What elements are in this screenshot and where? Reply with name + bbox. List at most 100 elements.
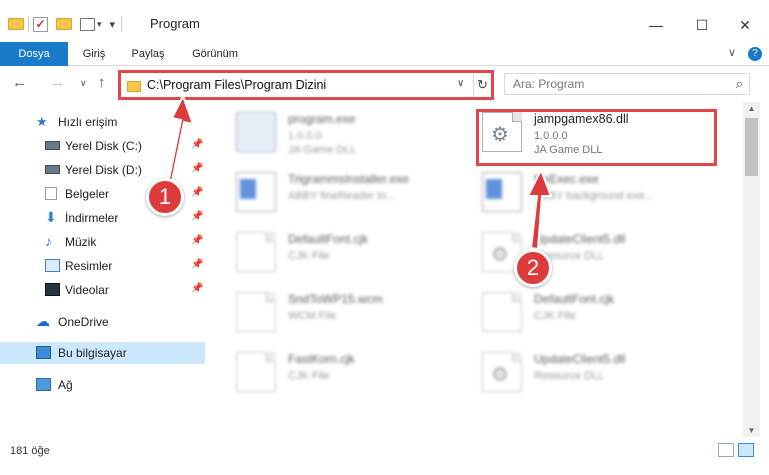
- sidebar-item-videos[interactable]: Videolar 📌: [0, 279, 205, 301]
- address-bar[interactable]: C:\Program Files\Program Dizini ∨ ↻: [118, 70, 494, 100]
- app-icon: [482, 172, 522, 212]
- file-item[interactable]: DefaultFont.cjk CJK File: [478, 286, 718, 338]
- pin-icon[interactable]: 📌: [191, 139, 203, 150]
- details-view-icon[interactable]: [718, 443, 734, 457]
- app-icon: [236, 172, 276, 212]
- scroll-thumb[interactable]: [745, 118, 758, 176]
- sidebar-item-quick-access[interactable]: ★ Hızlı erişim: [0, 111, 205, 133]
- folder-icon[interactable]: [8, 18, 24, 30]
- maximize-button[interactable]: ☐: [679, 10, 725, 40]
- status-bar: 181 öğe: [0, 437, 769, 475]
- search-placeholder: Ara: Program: [513, 77, 585, 91]
- file-item[interactable]: DefaultFont.cjk CJK File: [232, 226, 472, 278]
- quick-access-icon: ★: [36, 114, 48, 129]
- pin-icon[interactable]: 📌: [191, 211, 203, 222]
- divider: [121, 17, 123, 31]
- tab-share[interactable]: Paylaş: [120, 42, 176, 66]
- file-name: FastKorn.cjk: [288, 352, 355, 366]
- music-icon: ♪: [45, 233, 52, 249]
- chevron-down-icon[interactable]: ∨: [457, 78, 464, 89]
- sidebar-item-label: Bu bilgisayar: [58, 346, 127, 360]
- sidebar-item-label: İndirmeler: [65, 211, 119, 225]
- file-name: program.exe: [288, 112, 356, 126]
- document-icon: [236, 232, 276, 272]
- file-description: ABBY background exe...: [534, 190, 654, 202]
- pin-icon[interactable]: 📌: [191, 235, 203, 246]
- file-description: ABBY fineReader tri...: [288, 190, 396, 202]
- tab-home[interactable]: Giriş: [72, 42, 116, 66]
- file-item[interactable]: ⚙ UpdateClient5.dll Resource DLL: [478, 346, 718, 398]
- address-row: ← → ∨ ↑ C:\Program Files\Program Dizini …: [0, 66, 769, 102]
- title-bar: ✓ ▾ ▾ Program — ☐ ✕: [0, 0, 769, 42]
- onedrive-icon: ☁: [36, 313, 50, 329]
- folder-icon: [127, 81, 141, 92]
- properties-icon[interactable]: ✓: [33, 16, 48, 32]
- sidebar-item-local-disk-c[interactable]: Yerel Disk (C:) 📌: [0, 135, 205, 157]
- sidebar-item-network[interactable]: Ağ: [0, 374, 205, 396]
- refresh-icon[interactable]: ↻: [473, 73, 491, 97]
- pin-icon[interactable]: 📌: [191, 187, 203, 198]
- file-type: CJK File: [288, 370, 330, 382]
- sidebar-item-local-disk-d[interactable]: Yerel Disk (D:) 📌: [0, 159, 205, 181]
- file-name: SndToWP15.wcm: [288, 292, 383, 306]
- vertical-scrollbar[interactable]: ▲ ▼: [743, 102, 760, 437]
- file-type: CJK File: [288, 250, 330, 262]
- file-item[interactable]: SndToWP15.wcm WCM File: [232, 286, 472, 338]
- quick-access-menu-icon[interactable]: ▾: [110, 18, 116, 31]
- file-item[interactable]: program.exe 1.0.0.0 JA Game DLL: [232, 106, 472, 158]
- file-type: WCM File: [288, 310, 337, 322]
- chevron-down-icon[interactable]: ▾: [97, 19, 102, 30]
- file-type: Resource DLL: [534, 370, 605, 382]
- document-icon: [236, 352, 276, 392]
- pin-icon[interactable]: 📌: [191, 283, 203, 294]
- sidebar-item-this-pc[interactable]: Bu bilgisayar: [0, 342, 205, 364]
- file-type: CJK File: [534, 310, 576, 322]
- address-path[interactable]: C:\Program Files\Program Dizini: [147, 78, 326, 92]
- forward-arrow-icon[interactable]: →: [50, 74, 65, 91]
- sidebar-item-label: Hızlı erişim: [58, 115, 118, 129]
- network-icon: [36, 378, 51, 391]
- sidebar-item-label: Yerel Disk (C:): [65, 139, 142, 153]
- gear-icon: ⚙: [491, 244, 509, 266]
- drive-icon: [45, 165, 60, 174]
- search-icon[interactable]: ⌕: [736, 76, 743, 92]
- tab-view[interactable]: Görünüm: [180, 42, 250, 66]
- back-arrow-icon[interactable]: ←: [12, 74, 27, 91]
- minimize-button[interactable]: —: [633, 10, 679, 40]
- file-name: UpdateClient5.dll: [534, 232, 626, 246]
- pin-icon[interactable]: 📌: [191, 163, 203, 174]
- drive-icon: [45, 141, 60, 150]
- document-icon: [482, 292, 522, 332]
- videos-icon: [45, 283, 60, 296]
- pin-icon[interactable]: 📌: [191, 259, 203, 270]
- file-name: DefaultFont.cjk: [288, 232, 369, 246]
- file-item[interactable]: FastKorn.cjk CJK File: [232, 346, 472, 398]
- customize-toolbar-icon[interactable]: [80, 17, 95, 31]
- large-icons-view-icon[interactable]: [738, 443, 754, 457]
- expand-ribbon-icon[interactable]: ∨: [728, 46, 736, 59]
- sidebar-item-music[interactable]: ♪ Müzik 📌: [0, 231, 205, 253]
- navigation-pane: ★ Hızlı erişim Yerel Disk (C:) 📌 Yerel D…: [0, 102, 208, 437]
- help-icon[interactable]: ?: [748, 47, 762, 61]
- up-arrow-icon[interactable]: ↑: [98, 74, 106, 91]
- recent-locations-icon[interactable]: ∨: [80, 78, 87, 89]
- sidebar-item-pictures[interactable]: Resimler 📌: [0, 255, 205, 277]
- search-input[interactable]: Ara: Program ⌕: [504, 73, 750, 95]
- downloads-icon: ⬇: [45, 209, 57, 225]
- this-pc-icon: [36, 346, 51, 359]
- sidebar-item-label: Resimler: [65, 259, 113, 273]
- sidebar-item-label: Belgeler: [65, 187, 110, 201]
- highlight-box: [476, 109, 717, 166]
- exe-icon: [236, 112, 276, 152]
- close-button[interactable]: ✕: [722, 10, 768, 40]
- scroll-up-icon[interactable]: ▲: [743, 104, 760, 113]
- callout-badge-1: 1: [146, 178, 184, 216]
- gear-icon: ⚙: [491, 364, 509, 386]
- scroll-down-icon[interactable]: ▼: [743, 426, 760, 435]
- sidebar-item-onedrive[interactable]: ☁ OneDrive: [0, 311, 205, 333]
- file-item[interactable]: NeExec.exe ABBY background exe...: [478, 166, 718, 218]
- file-item[interactable]: TrigrammsInstaller.exe ABBY fineReader t…: [232, 166, 472, 218]
- sidebar-item-label: Videolar: [65, 283, 109, 297]
- sidebar-item-label: OneDrive: [58, 315, 109, 329]
- new-folder-icon[interactable]: [56, 18, 72, 30]
